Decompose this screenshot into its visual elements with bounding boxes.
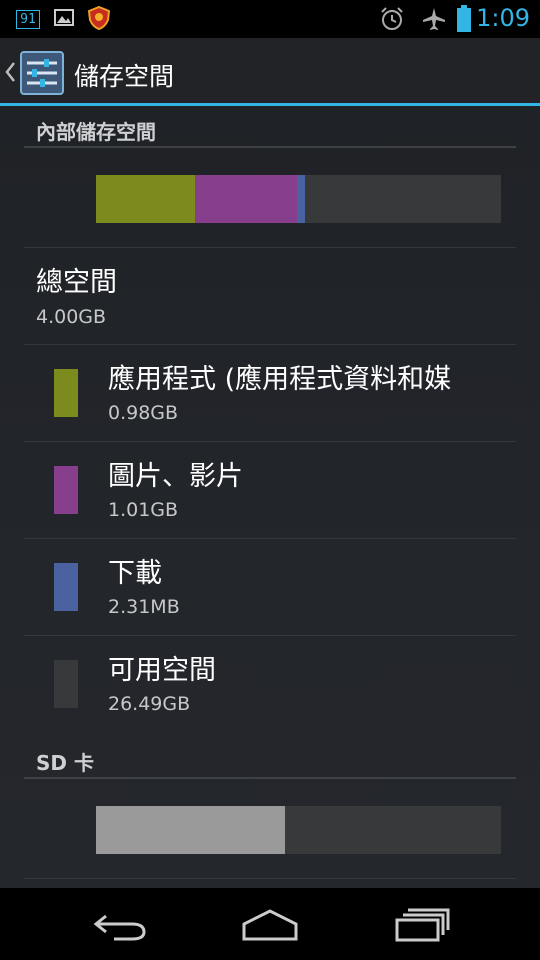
section-header-internal: 內部儲存空間 bbox=[36, 120, 156, 144]
color-swatch-downloads bbox=[54, 563, 78, 611]
item-value: 26.49GB bbox=[108, 693, 191, 715]
storage-item-free[interactable]: 可用空間 26.49GB bbox=[0, 636, 540, 732]
internal-usage-bar bbox=[96, 175, 501, 223]
divider bbox=[24, 878, 516, 879]
chevron-left-icon bbox=[5, 62, 15, 82]
usage-segment-downloads bbox=[297, 175, 306, 223]
back-icon[interactable] bbox=[92, 910, 148, 942]
settings-sliders-icon bbox=[20, 51, 64, 95]
navigation-bar bbox=[0, 888, 540, 960]
storage-item-apps[interactable]: 應用程式 (應用程式資料和媒 0.98GB bbox=[0, 345, 540, 441]
status-bar: 91 1:09 bbox=[0, 0, 540, 38]
total-space-value: 4.00GB bbox=[36, 306, 107, 328]
battery-icon bbox=[457, 5, 471, 32]
storage-item-pictures[interactable]: 圖片、影片 1.01GB bbox=[0, 442, 540, 538]
color-swatch-free bbox=[54, 660, 78, 708]
usage-segment-free bbox=[305, 175, 501, 223]
item-value: 2.31MB bbox=[108, 596, 180, 618]
sd-usage-bar bbox=[96, 806, 501, 854]
color-swatch-apps bbox=[54, 369, 78, 417]
sd-segment-free bbox=[285, 806, 501, 854]
alarm-icon bbox=[381, 7, 403, 30]
total-space-item: 總空間 4.00GB bbox=[0, 248, 540, 344]
usage-segment-pictures bbox=[195, 175, 298, 223]
item-label: 圖片、影片 bbox=[108, 461, 243, 492]
storage-item-downloads[interactable]: 下載 2.31MB bbox=[0, 539, 540, 635]
item-label: 應用程式 (應用程式資料和媒 bbox=[108, 364, 452, 395]
up-navigation[interactable] bbox=[0, 38, 70, 106]
color-swatch-pictures bbox=[54, 466, 78, 514]
page-title: 儲存空間 bbox=[74, 62, 175, 91]
home-icon[interactable] bbox=[240, 908, 300, 942]
image-icon bbox=[54, 9, 74, 26]
section-divider bbox=[24, 146, 516, 148]
storage-list[interactable]: 內部儲存空間 總空間 4.00GB 應用程式 (應用程式資料和媒 0.98GB … bbox=[0, 106, 540, 888]
usage-segment-apps bbox=[96, 175, 196, 223]
airplane-mode-icon bbox=[423, 8, 445, 30]
item-label: 可用空間 bbox=[108, 655, 216, 686]
section-header-sd: SD 卡 bbox=[36, 751, 94, 775]
item-value: 0.98GB bbox=[108, 402, 179, 424]
section-divider bbox=[24, 777, 516, 779]
status-time: 1:09 bbox=[476, 4, 530, 32]
notification-badge-icon: 91 bbox=[16, 10, 40, 29]
item-label: 下載 bbox=[108, 558, 162, 589]
shield-icon bbox=[88, 6, 110, 30]
item-value: 1.01GB bbox=[108, 499, 179, 521]
action-bar: 儲存空間 bbox=[0, 38, 540, 106]
recent-apps-icon[interactable] bbox=[394, 908, 450, 942]
total-space-label: 總空間 bbox=[36, 267, 117, 298]
sd-segment-used bbox=[96, 806, 286, 854]
